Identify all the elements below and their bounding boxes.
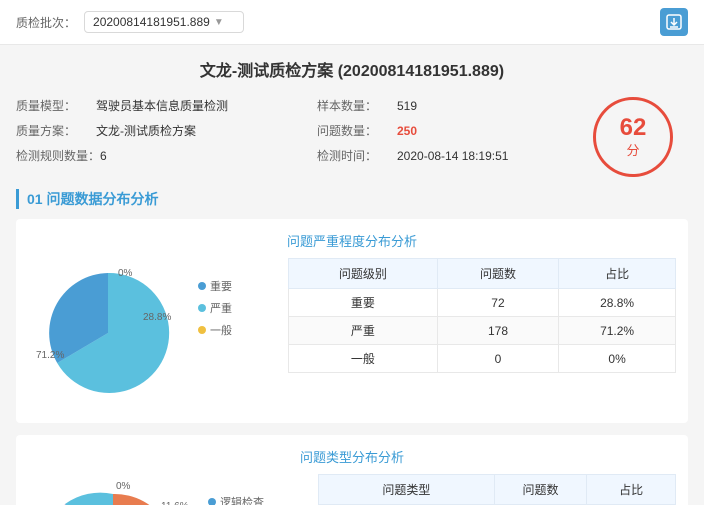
meta-val-model: 驾驶员基本信息质量检测 <box>96 97 228 114</box>
legend-dot-important <box>198 282 206 290</box>
th-ratio: 占比 <box>559 259 676 289</box>
score-area: 62 分 <box>578 97 688 177</box>
severity-table-area: 问题级别 问题数 占比 重要 72 28.8% 严重 1 <box>288 258 676 373</box>
legend-item-important: 重要 <box>198 278 278 294</box>
meta-key-issues: 问题数量： <box>317 122 397 139</box>
score-unit: 分 <box>620 140 647 159</box>
type-table-header-row: 问题类型 问题数 占比 <box>319 475 676 505</box>
type-subtitle: 问题类型分布分析 <box>28 447 676 466</box>
meta-val-plan: 文龙-测试质检方案 <box>96 122 196 139</box>
severity-subtitle: 问题严重程度分布分析 <box>28 231 676 250</box>
legend-dot-general <box>198 326 206 334</box>
score-badge: 62 分 <box>593 97 673 177</box>
type-pie-svg: 0% 11.6% 13.2% 58% 17.2% 0% <box>28 474 198 505</box>
table-row: 重要 72 28.8% <box>289 289 676 317</box>
svg-text:28.8%: 28.8% <box>143 312 171 323</box>
severity-pie-svg: 0% 28.8% 71.2% <box>28 258 188 408</box>
severity-legend: 重要 严重 一般 <box>198 278 278 338</box>
chevron-down-icon: ▼ <box>214 17 224 28</box>
export-icon <box>665 13 683 31</box>
export-button[interactable] <box>660 8 688 36</box>
severity-pie-chart: 0% 28.8% 71.2% <box>28 258 188 411</box>
batch-label: 质检批次： <box>16 14 76 31</box>
meta-row-plan: 质量方案： 文龙-测试质检方案 <box>16 122 277 139</box>
batch-value: 20200814181951.889 <box>93 15 210 29</box>
th-type: 问题类型 <box>319 475 495 505</box>
main-content: 文龙-测试质检方案 (20200814181951.889) 质量模型： 驾驶员… <box>0 45 704 505</box>
table-row: 一般 0 0% <box>289 345 676 373</box>
type-table-area: 问题类型 问题数 占比 逻辑检查 29 11.6% 空值检查 <box>318 474 676 505</box>
svg-text:0%: 0% <box>118 268 133 279</box>
meta-row-time: 检测时间： 2020-08-14 18:19:51 <box>317 147 578 164</box>
meta-key-time: 检测时间： <box>317 147 397 164</box>
meta-row-issues: 问题数量： 250 <box>317 122 578 139</box>
td-ratio-1: 71.2% <box>559 317 676 345</box>
report-title: 文龙-测试质检方案 (20200814181951.889) <box>16 57 688 81</box>
th-type-ratio: 占比 <box>587 475 676 505</box>
legend-dot-serious <box>198 304 206 312</box>
svg-text:11.6%: 11.6% <box>161 501 189 505</box>
td-ratio-2: 0% <box>559 345 676 373</box>
th-type-count: 问题数 <box>494 475 586 505</box>
legend-label-important: 重要 <box>210 278 232 294</box>
td-level-2: 一般 <box>289 345 438 373</box>
meta-key-model: 质量模型： <box>16 97 96 114</box>
meta-columns: 质量模型： 驾驶员基本信息质量检测 质量方案： 文龙-测试质检方案 检测规则数量… <box>16 97 578 172</box>
meta-val-issues: 250 <box>397 124 417 138</box>
score-number: 62 <box>620 116 647 140</box>
meta-val-rules: 6 <box>100 149 107 163</box>
legend-dot-logic <box>208 498 216 505</box>
svg-text:0%: 0% <box>116 481 131 492</box>
td-count-0: 72 <box>437 289 558 317</box>
meta-val-time: 2020-08-14 18:19:51 <box>397 149 508 163</box>
severity-table-header-row: 问题级别 问题数 占比 <box>289 259 676 289</box>
severity-analysis-block: 问题严重程度分布分析 0% 28.8% 71.2% 重 <box>16 219 688 423</box>
type-table: 问题类型 问题数 占比 逻辑检查 29 11.6% 空值检查 <box>318 474 676 505</box>
th-level: 问题级别 <box>289 259 438 289</box>
severity-inner: 0% 28.8% 71.2% 重要 严重 一般 <box>28 258 676 411</box>
meta-right: 样本数量： 519 问题数量： 250 检测时间： 2020-08-14 18:… <box>317 97 578 172</box>
meta-key-samples: 样本数量： <box>317 97 397 114</box>
td-count-1: 178 <box>437 317 558 345</box>
td-ratio-0: 28.8% <box>559 289 676 317</box>
meta-row-model: 质量模型： 驾驶员基本信息质量检测 <box>16 97 277 114</box>
legend-label-general: 一般 <box>210 322 232 338</box>
meta-left: 质量模型： 驾驶员基本信息质量检测 质量方案： 文龙-测试质检方案 检测规则数量… <box>16 97 277 172</box>
batch-select: 质检批次： 20200814181951.889 ▼ <box>16 11 244 33</box>
td-count-2: 0 <box>437 345 558 373</box>
legend-item-serious: 严重 <box>198 300 278 316</box>
th-count: 问题数 <box>437 259 558 289</box>
meta-row-samples: 样本数量： 519 <box>317 97 578 114</box>
top-bar: 质检批次： 20200814181951.889 ▼ <box>0 0 704 45</box>
td-level-0: 重要 <box>289 289 438 317</box>
score-inner: 62 分 <box>620 116 647 159</box>
section1-title: 01 问题数据分布分析 <box>16 189 688 209</box>
meta-val-samples: 519 <box>397 99 417 113</box>
svg-text:71.2%: 71.2% <box>36 350 64 361</box>
type-analysis-block: 问题类型分布分析 0% <box>16 435 688 505</box>
legend-item-general: 一般 <box>198 322 278 338</box>
type-pie-chart: 0% 11.6% 13.2% 58% 17.2% 0% <box>28 474 198 505</box>
severity-table-body: 重要 72 28.8% 严重 178 71.2% 一般 0 0% <box>289 289 676 373</box>
meta-key-plan: 质量方案： <box>16 122 96 139</box>
legend-label-serious: 严重 <box>210 300 232 316</box>
batch-input[interactable]: 20200814181951.889 ▼ <box>84 11 244 33</box>
meta-score-area: 质量模型： 驾驶员基本信息质量检测 质量方案： 文龙-测试质检方案 检测规则数量… <box>16 97 688 177</box>
severity-table: 问题级别 问题数 占比 重要 72 28.8% 严重 1 <box>288 258 676 373</box>
td-level-1: 严重 <box>289 317 438 345</box>
type-inner: 0% 11.6% 13.2% 58% 17.2% 0% 逻辑检查 空值检查 <box>28 474 676 505</box>
table-row: 严重 178 71.2% <box>289 317 676 345</box>
meta-key-rules: 检测规则数量： <box>16 147 100 164</box>
meta-row-rules: 检测规则数量： 6 <box>16 147 277 164</box>
